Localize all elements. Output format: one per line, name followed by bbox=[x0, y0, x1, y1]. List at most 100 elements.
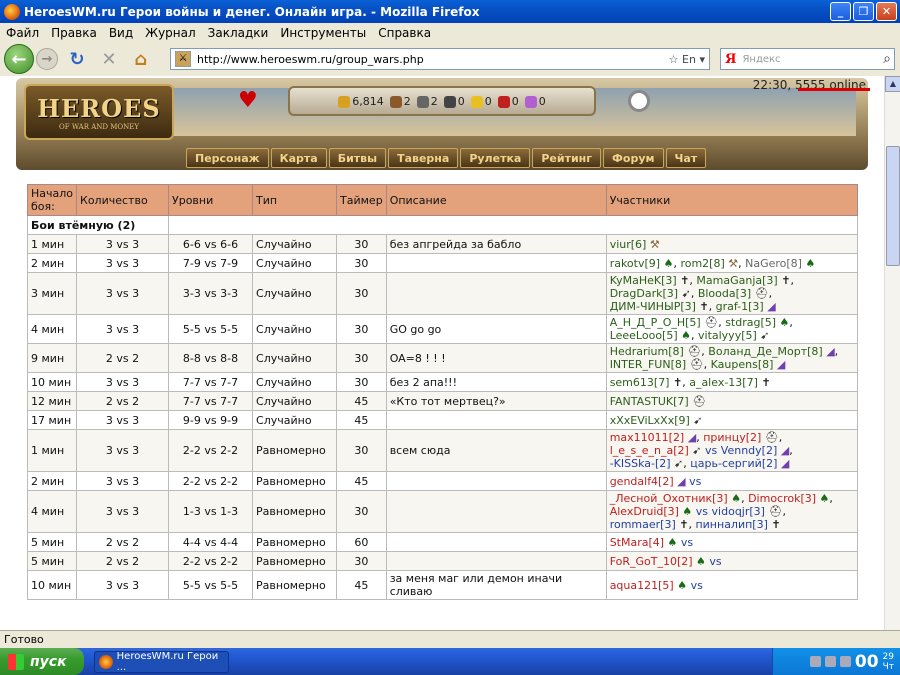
player-link[interactable]: FoR_GoT_10[2] bbox=[610, 555, 693, 568]
player-link[interactable]: Dimocrok[3] bbox=[748, 492, 816, 505]
tray-icon[interactable] bbox=[839, 656, 851, 667]
scroll-up-arrow[interactable]: ▲ bbox=[885, 76, 900, 92]
cell-levels: 8-8 vs 8-8 bbox=[168, 343, 254, 373]
cell-desc bbox=[385, 551, 607, 571]
player-link[interactable]: vidoqjr[3] bbox=[712, 505, 765, 518]
player-link[interactable]: xXxEViLxXx[9] bbox=[610, 414, 690, 427]
player-link[interactable]: Kaupens[8] bbox=[711, 358, 774, 371]
menu-bookmarks[interactable]: Закладки bbox=[202, 26, 275, 40]
ring-icon[interactable] bbox=[628, 90, 650, 112]
player-link[interactable]: _Лесной_Охотник[3] bbox=[610, 492, 728, 505]
cell-type: Случайно bbox=[252, 272, 338, 315]
player-link[interactable]: принцу[2] bbox=[703, 431, 761, 444]
player-link[interactable]: gendalf4[2] bbox=[610, 475, 674, 488]
taskbar-firefox-tab[interactable]: HeroesWM.ru Герои ... bbox=[94, 650, 229, 673]
menu-history[interactable]: Журнал bbox=[139, 26, 202, 40]
maximize-button[interactable]: ❐ bbox=[853, 2, 874, 21]
vertical-scrollbar[interactable]: ▲ bbox=[884, 76, 900, 630]
player-link[interactable]: vitalyyy[5] bbox=[698, 329, 757, 342]
player-link[interactable]: INTER_FUN[8] bbox=[610, 358, 686, 371]
menu-edit[interactable]: Правка bbox=[45, 26, 103, 40]
forward-button[interactable]: → bbox=[36, 48, 58, 70]
cell-participants: _Лесной_Охотник[3] ♠, Dimocrok[3] ♠, Alex… bbox=[605, 490, 859, 533]
scroll-thumb[interactable] bbox=[886, 146, 900, 266]
player-link[interactable]: Blooda[3] bbox=[698, 287, 751, 300]
wizard-hat-icon: ◢ bbox=[684, 431, 697, 444]
start-button[interactable]: пуск bbox=[0, 648, 84, 675]
cell-type: Равномерно bbox=[252, 551, 338, 571]
player-link[interactable]: DragDark[3] bbox=[610, 287, 678, 300]
cell-timer: 45 bbox=[336, 471, 387, 491]
player-link[interactable]: AlexDruid[3] bbox=[610, 505, 679, 518]
leaf-icon: ♠ bbox=[678, 505, 693, 518]
game-nav-item[interactable]: Таверна bbox=[388, 148, 459, 168]
bookmark-star-icon[interactable]: ☆ bbox=[669, 53, 679, 66]
helmet-icon: ⛑ bbox=[683, 345, 702, 358]
player-link[interactable]: a_alex-13[7] bbox=[689, 376, 758, 389]
player-link[interactable]: MamaGanja[3] bbox=[696, 274, 777, 287]
resource-item: 2 bbox=[416, 95, 438, 108]
table-row: 5 мин 2 vs 2 2-2 vs 2-2 Равномерно 30 FoR_GoT… bbox=[26, 551, 859, 571]
player-link[interactable]: viur[6] bbox=[610, 238, 647, 251]
language-indicator[interactable]: En bbox=[682, 53, 696, 66]
vs-label: vs bbox=[709, 554, 722, 568]
stop-icon[interactable]: ✕ bbox=[96, 48, 122, 70]
game-nav-item[interactable]: Карта bbox=[270, 148, 327, 168]
player-link[interactable]: sem613[7] bbox=[610, 376, 670, 389]
menu-tools[interactable]: Инструменты bbox=[274, 26, 372, 40]
search-box[interactable]: Я Яндекс ⌕ bbox=[720, 48, 895, 70]
vs-label: vs bbox=[680, 535, 694, 549]
url-bar[interactable]: ⚔ http://www.heroeswm.ru/group_wars.php … bbox=[170, 48, 710, 70]
game-logo[interactable]: HEROES OF WAR AND MONEY bbox=[24, 84, 174, 140]
back-button[interactable]: ← bbox=[4, 44, 34, 74]
helmet-icon: ⛑ bbox=[700, 316, 719, 329]
game-nav-item[interactable]: Чат bbox=[665, 148, 707, 168]
reload-icon[interactable]: ↻ bbox=[64, 48, 90, 70]
menu-file[interactable]: Файл bbox=[0, 26, 45, 40]
game-nav-item[interactable]: Форум bbox=[603, 148, 664, 168]
player-link[interactable]: LeeeLooo[5] bbox=[610, 329, 678, 342]
cell-levels: 7-9 vs 7-9 bbox=[168, 253, 254, 273]
player-link[interactable]: царь-сергий[2] bbox=[690, 457, 777, 470]
tray-icon[interactable] bbox=[824, 656, 836, 667]
close-button[interactable]: ✕ bbox=[876, 2, 897, 21]
table-row: 3 мин 3 vs 3 3-3 vs 3-3 Случайно 30 KyMaHeK[3… bbox=[26, 272, 859, 315]
player-link[interactable]: max11011[2] bbox=[610, 431, 685, 444]
player-link[interactable]: Venndy[2] bbox=[721, 444, 777, 457]
player-link[interactable]: aqua121[5] bbox=[610, 579, 674, 592]
game-nav-item[interactable]: Битвы bbox=[328, 148, 387, 168]
player-link[interactable]: пинналип[3] bbox=[695, 518, 767, 531]
player-link[interactable]: NaGero[8] bbox=[745, 257, 802, 270]
player-link[interactable]: rakotv[9] bbox=[610, 257, 660, 270]
tray-icon[interactable] bbox=[809, 656, 821, 667]
menu-view[interactable]: Вид bbox=[103, 26, 139, 40]
player-link[interactable]: ДИМ-ЧИНЫР[3] bbox=[610, 300, 696, 313]
player-link[interactable]: Воланд_Де_Морт[8] bbox=[708, 345, 822, 358]
game-nav-item[interactable]: Персонаж bbox=[186, 148, 269, 168]
player-link[interactable]: KyMaHeK[3] bbox=[610, 274, 677, 287]
leaf-icon: ♠ bbox=[660, 256, 674, 270]
player-link[interactable]: stdrag[5] bbox=[725, 316, 776, 329]
cell-type: Случайно bbox=[252, 372, 338, 392]
player-link[interactable]: Hedrarium[8] bbox=[610, 345, 684, 358]
menu-help[interactable]: Справка bbox=[372, 26, 437, 40]
player-link[interactable]: graf-1[3] bbox=[716, 300, 764, 313]
col-type: Тип bbox=[252, 184, 338, 216]
wizard-hat-icon: ◢ bbox=[777, 444, 790, 457]
player-link[interactable]: rommaer[3] bbox=[610, 518, 676, 531]
cell-participants: А_Н_Д_Р_О_Н[5] ⛑, stdrag[5] ♠, LeeeLooo[5… bbox=[605, 314, 859, 344]
search-icon[interactable]: ⌕ bbox=[883, 51, 891, 67]
minimize-button[interactable]: _ bbox=[830, 2, 851, 21]
game-nav-item[interactable]: Рулетка bbox=[460, 148, 531, 168]
player-link[interactable]: FANTASTUK[7] bbox=[610, 395, 689, 408]
cell-levels: 2-2 vs 2-2 bbox=[168, 429, 254, 472]
cell-timer: 30 bbox=[336, 372, 387, 392]
player-link[interactable]: А_Н_Д_Р_О_Н[5] bbox=[610, 316, 701, 329]
player-link[interactable]: StMara[4] bbox=[610, 536, 664, 549]
game-nav-item[interactable]: Рейтинг bbox=[532, 148, 602, 168]
player-link[interactable]: rom2[8] bbox=[680, 257, 724, 270]
home-icon[interactable]: ⌂ bbox=[128, 48, 154, 70]
player-link[interactable]: -KISSka-[2] bbox=[610, 457, 671, 470]
wizard-hat-icon: ◢ bbox=[777, 457, 790, 470]
player-link[interactable]: l_e_s_e_n_a[2] bbox=[610, 444, 689, 457]
